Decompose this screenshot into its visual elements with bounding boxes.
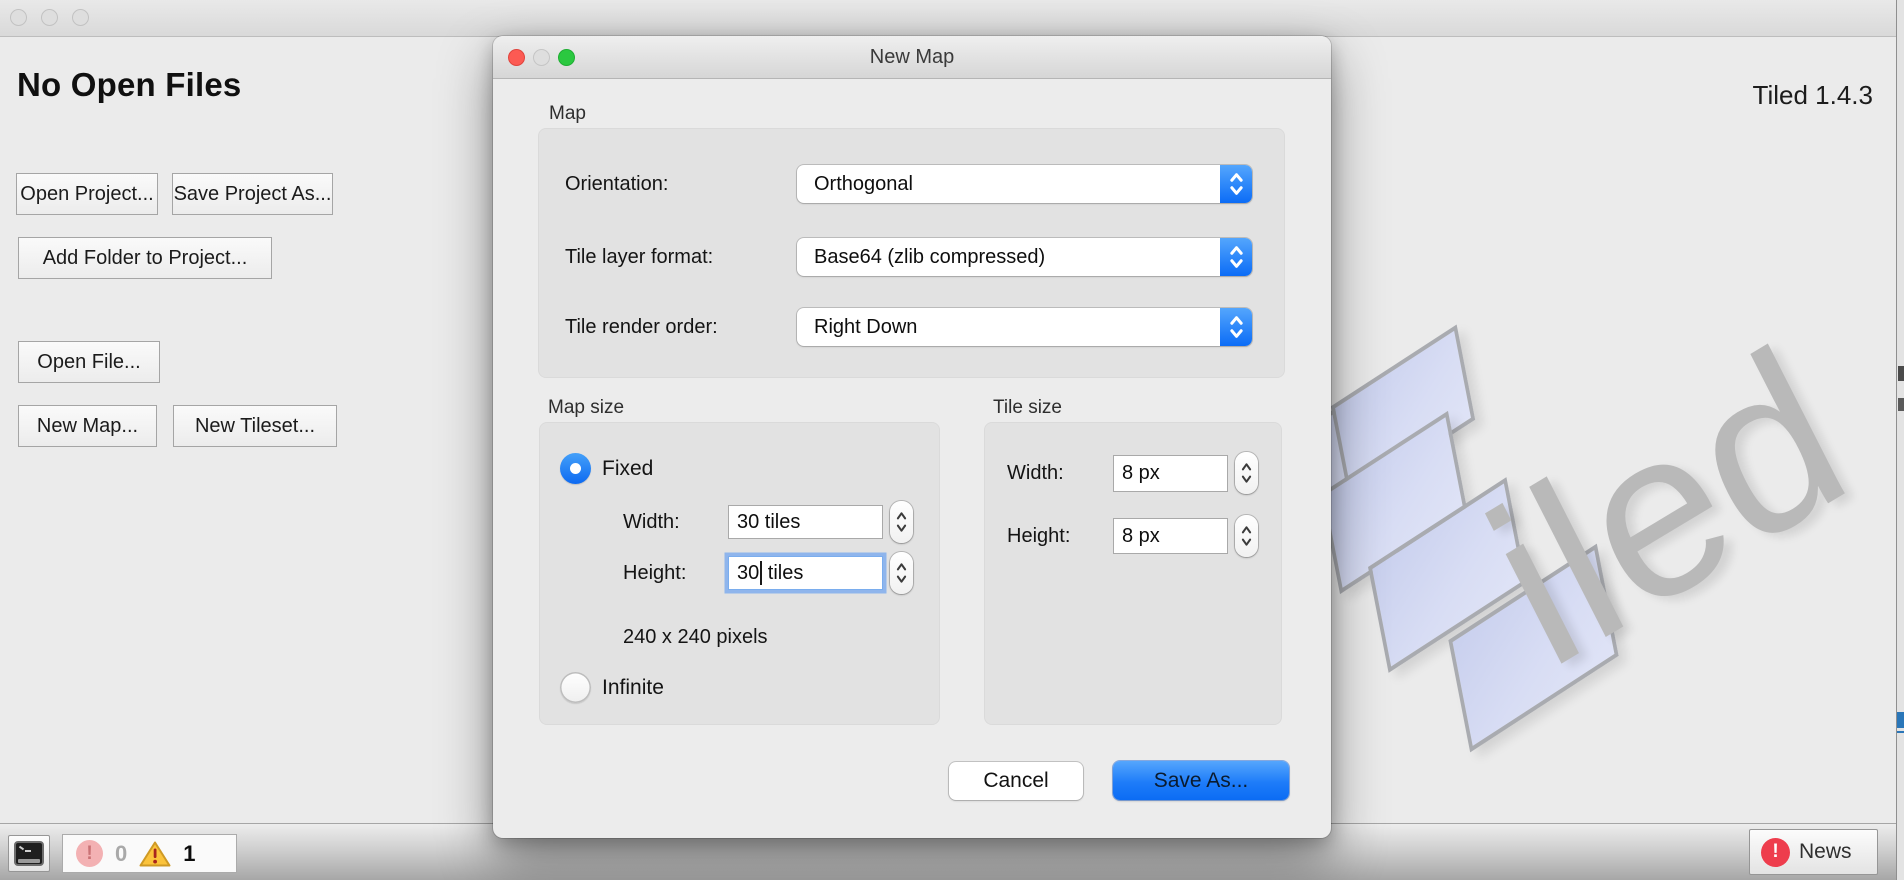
map-height-value-after-caret: tiles xyxy=(762,562,803,585)
save-project-as-button[interactable]: Save Project As... xyxy=(172,173,333,215)
orientation-label: Orientation: xyxy=(565,165,668,203)
map-height-input[interactable]: 30 tiles xyxy=(728,556,883,590)
warning-icon xyxy=(139,840,171,868)
new-map-dialog: New Map Map Orientation: Orthogonal Tile… xyxy=(493,36,1331,838)
zoom-icon[interactable] xyxy=(558,49,575,66)
minimize-icon xyxy=(533,49,550,66)
dialog-title: New Map xyxy=(493,36,1331,79)
issues-counter-panel[interactable]: ! 0 1 xyxy=(62,834,237,873)
chevron-up-down-icon xyxy=(1220,308,1252,346)
tile-layer-format-label: Tile layer format: xyxy=(565,238,713,276)
error-icon: ! xyxy=(76,840,103,867)
alert-badge-icon: ! xyxy=(1761,838,1790,867)
save-as-button[interactable]: Save As... xyxy=(1113,761,1289,800)
orientation-value: Orthogonal xyxy=(797,173,1220,196)
map-width-stepper[interactable] xyxy=(890,501,913,543)
tile-size-group-label: Tile size xyxy=(993,397,1062,419)
infinite-radio-label: Infinite xyxy=(602,672,664,703)
zoom-icon[interactable] xyxy=(72,9,89,26)
map-width-label: Width: xyxy=(623,505,680,539)
tile-render-order-label: Tile render order: xyxy=(565,308,718,346)
tile-layer-format-value: Base64 (zlib compressed) xyxy=(797,246,1220,269)
new-tileset-button[interactable]: New Tileset... xyxy=(173,405,337,447)
tile-render-order-value: Right Down xyxy=(797,316,1220,339)
warning-count: 1 xyxy=(183,841,195,867)
tile-height-input[interactable]: 8 px xyxy=(1113,518,1228,554)
console-toggle-button[interactable] xyxy=(8,835,50,872)
close-icon[interactable] xyxy=(508,49,525,66)
map-height-label: Height: xyxy=(623,556,686,590)
error-count: 0 xyxy=(115,841,127,867)
tile-width-input[interactable]: 8 px xyxy=(1113,455,1228,492)
tile-render-order-select[interactable]: Right Down xyxy=(797,308,1252,346)
chevron-up-down-icon xyxy=(1220,165,1252,203)
page-title: No Open Files xyxy=(17,66,241,104)
minimize-icon[interactable] xyxy=(41,9,58,26)
map-height-value-before-caret: 30 xyxy=(737,562,759,585)
map-group-label: Map xyxy=(549,103,586,125)
new-map-button[interactable]: New Map... xyxy=(18,405,157,447)
tiled-app-window: iled No Open Files Tiled 1.4.3 Open Proj… xyxy=(0,0,1904,880)
open-project-button[interactable]: Open Project... xyxy=(16,173,158,215)
main-titlebar xyxy=(0,0,1904,37)
open-file-button[interactable]: Open File... xyxy=(18,341,160,383)
fixed-radio[interactable] xyxy=(560,453,591,484)
news-label: News xyxy=(1799,840,1852,864)
screen-edge-artifact xyxy=(1897,731,1904,733)
close-icon[interactable] xyxy=(10,9,27,26)
tile-height-label: Height: xyxy=(1007,518,1070,554)
infinite-radio[interactable] xyxy=(560,672,591,703)
map-width-input[interactable]: 30 tiles xyxy=(728,505,883,539)
tile-width-stepper[interactable] xyxy=(1235,452,1258,494)
news-button[interactable]: ! News xyxy=(1749,829,1878,875)
cancel-button[interactable]: Cancel xyxy=(949,762,1083,800)
tile-layer-format-select[interactable]: Base64 (zlib compressed) xyxy=(797,238,1252,276)
screen-edge-artifact xyxy=(1898,366,1904,381)
map-height-stepper[interactable] xyxy=(890,552,913,594)
fixed-radio-label: Fixed xyxy=(602,453,653,484)
screen-edge-artifact xyxy=(1897,712,1904,728)
tile-height-stepper[interactable] xyxy=(1235,515,1258,557)
map-width-value: 30 tiles xyxy=(737,511,800,534)
tile-width-label: Width: xyxy=(1007,455,1064,492)
orientation-select[interactable]: Orthogonal xyxy=(797,165,1252,203)
pixel-size-summary: 240 x 240 pixels xyxy=(623,626,768,649)
add-folder-to-project-button[interactable]: Add Folder to Project... xyxy=(18,237,272,279)
tile-width-value: 8 px xyxy=(1122,462,1160,485)
app-version-label: Tiled 1.4.3 xyxy=(1753,80,1873,111)
map-size-group-label: Map size xyxy=(548,397,624,419)
chevron-up-down-icon xyxy=(1220,238,1252,276)
tile-height-value: 8 px xyxy=(1122,525,1160,548)
console-icon xyxy=(14,841,44,866)
screen-edge-strip xyxy=(1896,0,1904,880)
screen-edge-artifact xyxy=(1898,398,1904,411)
